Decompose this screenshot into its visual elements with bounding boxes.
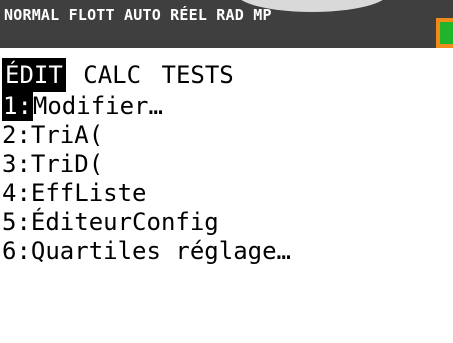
menu-item-label: EffListe [30,179,147,207]
menu-item-number: 1: [2,92,33,121]
menu-item-label: Quartiles réglage… [30,237,291,265]
calculator-screen: NORMAL FLOTT AUTO RÉEL RAD MP ÉDIT CALC … [0,0,453,343]
stat-menu: ÉDIT CALC TESTS 1:Modifier… 2:TriA( 3:Tr… [0,58,453,266]
status-bar: NORMAL FLOTT AUTO RÉEL RAD MP [0,0,453,48]
menu-item-effliste[interactable]: 4:EffListe [0,179,453,208]
menu-item-label: TriD( [30,150,104,178]
menu-item-number: 2: [2,121,31,149]
menu-item-number: 6: [2,237,31,265]
battery-level [440,22,453,44]
tab-edit[interactable]: ÉDIT [2,58,66,92]
menu-item-editeurconfig[interactable]: 5:ÉditeurConfig [0,208,453,237]
tab-calc[interactable]: CALC [80,58,144,92]
menu-item-tria[interactable]: 2:TriA( [0,121,453,150]
menu-item-label: ÉditeurConfig [30,208,219,236]
menu-item-number: 5: [2,208,31,236]
menu-item-modifier[interactable]: 1:Modifier… [0,92,453,121]
menu-item-number: 3: [2,150,31,178]
menu-item-quartiles[interactable]: 6:Quartiles réglage… [0,237,453,266]
menu-item-number: 4: [2,179,31,207]
tab-tests[interactable]: TESTS [159,58,237,92]
menu-item-label: TriA( [30,121,104,149]
menu-item-label: Modifier… [32,92,163,120]
battery-icon [436,18,453,48]
mode-indicators: NORMAL FLOTT AUTO RÉEL RAD MP [4,6,272,24]
menu-tabs: ÉDIT CALC TESTS [0,58,453,92]
menu-item-trid[interactable]: 3:TriD( [0,150,453,179]
